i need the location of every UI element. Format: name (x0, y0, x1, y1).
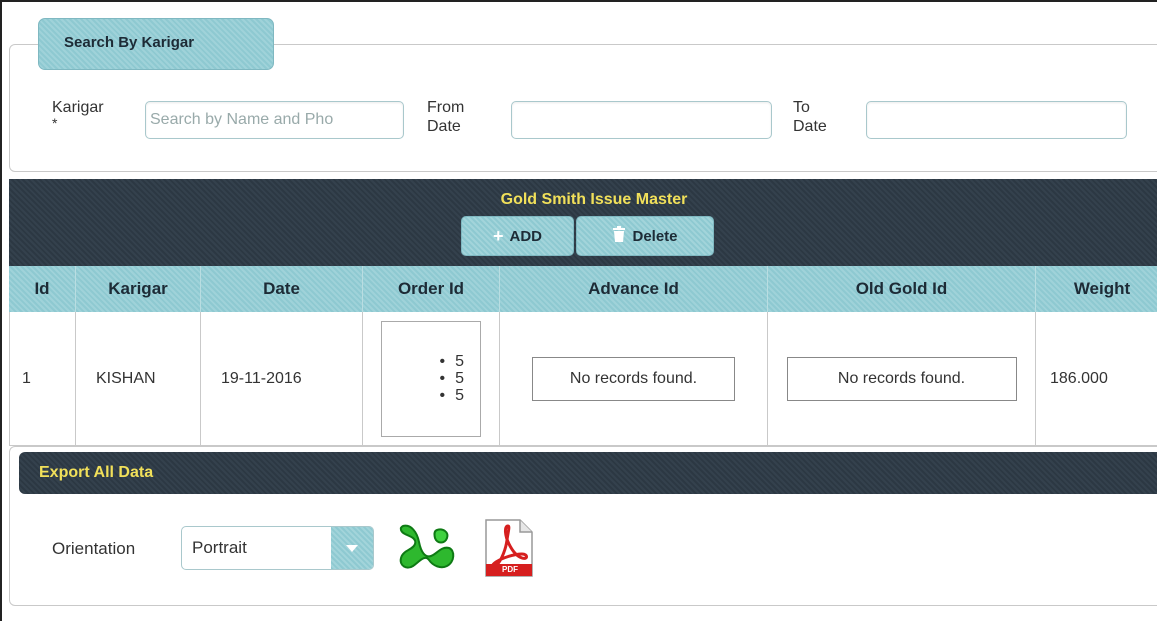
add-button-label: ADD (509, 227, 543, 245)
column-header-old-gold-id[interactable]: Old Gold Id (768, 266, 1036, 312)
chevron-down-icon[interactable] (331, 527, 373, 569)
karigar-search-input[interactable]: Search by Name and Pho (145, 101, 404, 139)
to-date-label: To Date (793, 99, 827, 135)
master-title: Gold Smith Issue Master (500, 191, 688, 208)
excel-icon[interactable] (397, 522, 459, 572)
from-date-input[interactable] (511, 101, 772, 139)
cell-date: 19-11-2016 (201, 312, 363, 445)
pdf-icon[interactable]: PDF (484, 518, 534, 578)
cell-old-gold-id: No records found. (768, 312, 1036, 445)
table-header: Id Karigar Date Order Id Advance Id Old … (9, 266, 1157, 312)
karigar-label: Karigar * (52, 99, 104, 131)
column-header-karigar[interactable]: Karigar (76, 266, 201, 312)
column-header-advance-id[interactable]: Advance Id (500, 266, 768, 312)
from-date-label: From Date (427, 99, 465, 135)
cell-weight: 186.000 (1050, 369, 1108, 387)
orientation-selected-value: Portrait (192, 538, 247, 557)
delete-button[interactable]: Delete (576, 216, 714, 256)
cell-id: 1 (9, 312, 76, 445)
table-row[interactable]: 1 KISHAN 19-11-2016 5 5 5 No records fou… (9, 312, 1157, 446)
plus-icon: + (492, 225, 504, 246)
to-date-input[interactable] (866, 101, 1127, 139)
order-id-list: 5 5 5 (381, 320, 481, 437)
orientation-select[interactable]: Portrait (181, 526, 374, 570)
column-header-weight[interactable]: Weight (1036, 266, 1157, 312)
page-left-border (0, 0, 9, 621)
orientation-label: Orientation (52, 539, 136, 558)
column-header-id[interactable]: Id (9, 266, 76, 312)
cell-advance-id: No records found. (500, 312, 768, 445)
page-top-border (0, 0, 1157, 2)
export-header: Export All Data (19, 452, 1157, 494)
add-button[interactable]: + ADD (461, 216, 574, 256)
order-id-item: 5 (439, 353, 464, 370)
delete-button-label: Delete (632, 227, 678, 245)
required-mark: * (52, 115, 58, 131)
search-legend: Search By Karigar (38, 18, 274, 70)
cell-order-id: 5 5 5 (363, 312, 500, 445)
column-header-order-id[interactable]: Order Id (363, 266, 500, 312)
order-id-item: 5 (439, 370, 464, 387)
advance-empty-message: No records found. (532, 356, 735, 401)
trash-icon (612, 226, 626, 246)
column-header-date[interactable]: Date (201, 266, 363, 312)
old-gold-empty-message: No records found. (786, 356, 1017, 401)
cell-karigar: KISHAN (76, 312, 201, 445)
pdf-label: PDF (502, 565, 518, 574)
order-id-item: 5 (439, 387, 464, 404)
